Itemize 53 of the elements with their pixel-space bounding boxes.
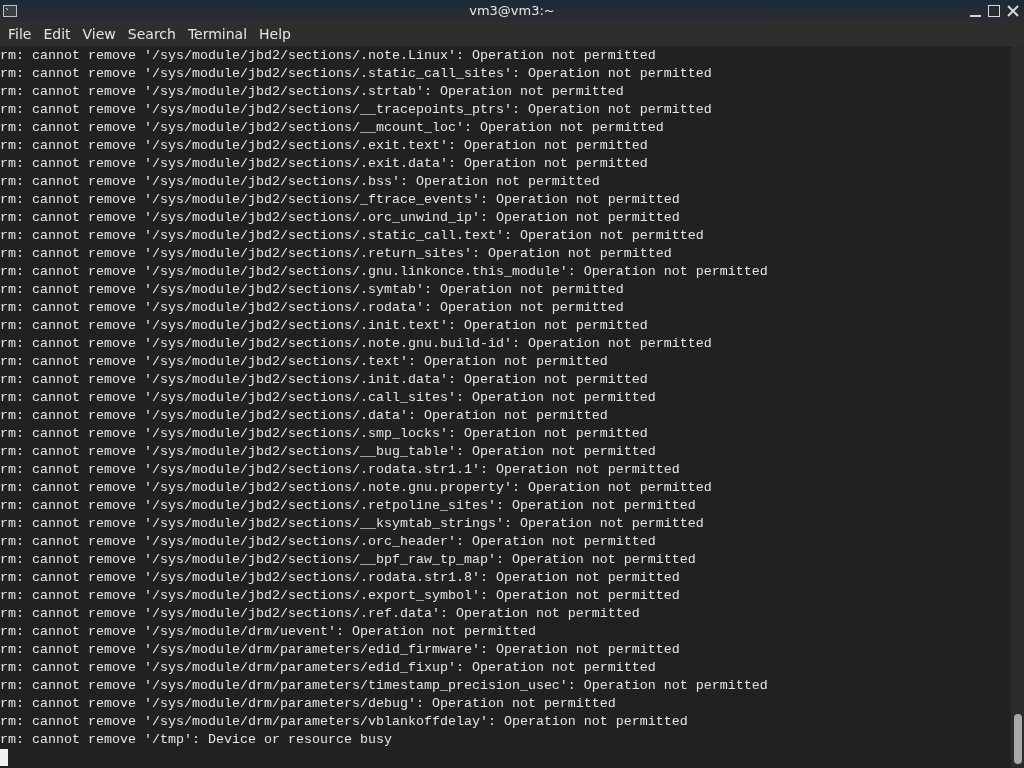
terminal-line: rm: cannot remove '/sys/module/jbd2/sections/.init.data': Operation not permitted — [0, 371, 648, 389]
menu-item[interactable]: Terminal — [181, 22, 254, 46]
terminal-line: rm: cannot remove '/sys/module/jbd2/sections/.bss': Operation not permitted — [0, 173, 600, 191]
close-icon — [1006, 4, 1020, 18]
terminal-line: rm: cannot remove '/sys/module/jbd2/sections/__ksymtab_strings': Operation not permitted — [0, 515, 704, 533]
terminal-line: rm: cannot remove '/sys/module/drm/uevent': Operation not permitted — [0, 623, 536, 641]
terminal-line: rm: cannot remove '/sys/module/jbd2/sections/__bug_table': Operation not permitted — [0, 443, 656, 461]
terminal-line: rm: cannot remove '/sys/module/jbd2/sections/.gnu.linkonce.this_module': Operation not permitted — [0, 263, 768, 281]
terminal-line: rm: cannot remove '/sys/module/jbd2/sections/.orc_header': Operation not permitted — [0, 533, 656, 551]
terminal-line: rm: cannot remove '/sys/module/jbd2/sections/.symtab': Operation not permitted — [0, 281, 624, 299]
terminal-line: rm: cannot remove '/sys/module/jbd2/sections/.return_sites': Operation not permitted — [0, 245, 672, 263]
terminal-line: rm: cannot remove '/sys/module/jbd2/sections/.rodata.str1.8': Operation not permitted — [0, 569, 680, 587]
terminal-line: rm: cannot remove '/sys/module/drm/parameters/edid_firmware': Operation not permitted — [0, 641, 680, 659]
terminal-line: rm: cannot remove '/sys/module/jbd2/sections/.call_sites': Operation not permitted — [0, 389, 656, 407]
terminal-line: rm: cannot remove '/sys/module/jbd2/sections/.smp_locks': Operation not permitted — [0, 425, 648, 443]
terminal-line: rm: cannot remove '/sys/module/jbd2/sections/.strtab': Operation not permitted — [0, 83, 624, 101]
menu-item[interactable]: Edit — [37, 22, 77, 46]
menu-item[interactable]: View — [76, 22, 122, 46]
terminal-line: rm: cannot remove '/sys/module/drm/parameters/debug': Operation not permitted — [0, 695, 616, 713]
scrollbar[interactable] — [1011, 46, 1024, 768]
terminal-icon — [3, 5, 17, 17]
terminal-line: rm: cannot remove '/sys/module/jbd2/sections/.export_symbol': Operation not permitted — [0, 587, 680, 605]
terminal-line: rm: cannot remove '/sys/module/jbd2/sections/.rodata': Operation not permitted — [0, 299, 624, 317]
menu-item[interactable]: File — [2, 22, 38, 46]
terminal-line: rm: cannot remove '/sys/module/jbd2/sections/__bpf_raw_tp_map': Operation not permitted — [0, 551, 696, 569]
terminal-line: rm: cannot remove '/sys/module/jbd2/sections/.text': Operation not permitted — [0, 353, 608, 371]
window-title: vm3@vm3:~ — [469, 2, 555, 21]
terminal-line: rm: cannot remove '/sys/module/jbd2/sections/.orc_unwind_ip': Operation not permitted — [0, 209, 680, 227]
terminal-line: rm: cannot remove '/sys/module/jbd2/sections/.note.gnu.property': Operation not permitted — [0, 479, 712, 497]
terminal-line: rm: cannot remove '/sys/module/jbd2/sections/__mcount_loc': Operation not permitted — [0, 119, 664, 137]
terminal-line: rm: cannot remove '/sys/module/jbd2/sections/.init.text': Operation not permitted — [0, 317, 648, 335]
terminal-line: rm: cannot remove '/sys/module/jbd2/sections/.static_call_sites': Operation not permitted — [0, 65, 712, 83]
terminal-line: rm: cannot remove '/sys/module/jbd2/sections/.exit.text': Operation not permitted — [0, 137, 648, 155]
terminal-line: rm: cannot remove '/sys/module/jbd2/sections/.rodata.str1.1': Operation not permitted — [0, 461, 680, 479]
text-cursor — [0, 749, 8, 766]
terminal-line: rm: cannot remove '/sys/module/drm/parameters/timestamp_precision_usec': Operation not permitted — [0, 677, 768, 695]
terminal-line: rm: cannot remove '/sys/module/drm/parameters/edid_fixup': Operation not permitted — [0, 659, 656, 677]
terminal-line: rm: cannot remove '/sys/module/jbd2/sections/.note.gnu.build-id': Operation not permitted — [0, 335, 712, 353]
maximize-button[interactable] — [988, 5, 1000, 17]
menu-item[interactable]: Help — [253, 22, 297, 46]
terminal-line: rm: cannot remove '/sys/module/jbd2/sections/.static_call.text': Operation not permitted — [0, 227, 704, 245]
terminal-line: rm: cannot remove '/sys/module/jbd2/sections/__tracepoints_ptrs': Operation not permitted — [0, 101, 712, 119]
menu-item[interactable]: Search — [121, 22, 182, 46]
terminal-line: rm: cannot remove '/sys/module/jbd2/sections/.retpoline_sites': Operation not permitted — [0, 497, 696, 515]
terminal-line: rm: cannot remove '/sys/module/jbd2/sections/.note.Linux': Operation not permitted — [0, 47, 656, 65]
terminal-line: rm: cannot remove '/sys/module/drm/parameters/vblankoffdelay': Operation not permitted — [0, 713, 688, 731]
terminal-line: rm: cannot remove '/tmp': Device or resource busy — [0, 731, 392, 749]
scrollbar-thumb[interactable] — [1013, 714, 1022, 764]
close-button[interactable] — [1006, 4, 1020, 18]
terminal-line: rm: cannot remove '/sys/module/jbd2/sections/_ftrace_events': Operation not permitted — [0, 191, 680, 209]
terminal-line: rm: cannot remove '/sys/module/jbd2/sections/.ref.data': Operation not permitted — [0, 605, 640, 623]
terminal-line: rm: cannot remove '/sys/module/jbd2/sections/.data': Operation not permitted — [0, 407, 608, 425]
terminal-line: rm: cannot remove '/sys/module/jbd2/sections/.exit.data': Operation not permitted — [0, 155, 648, 173]
